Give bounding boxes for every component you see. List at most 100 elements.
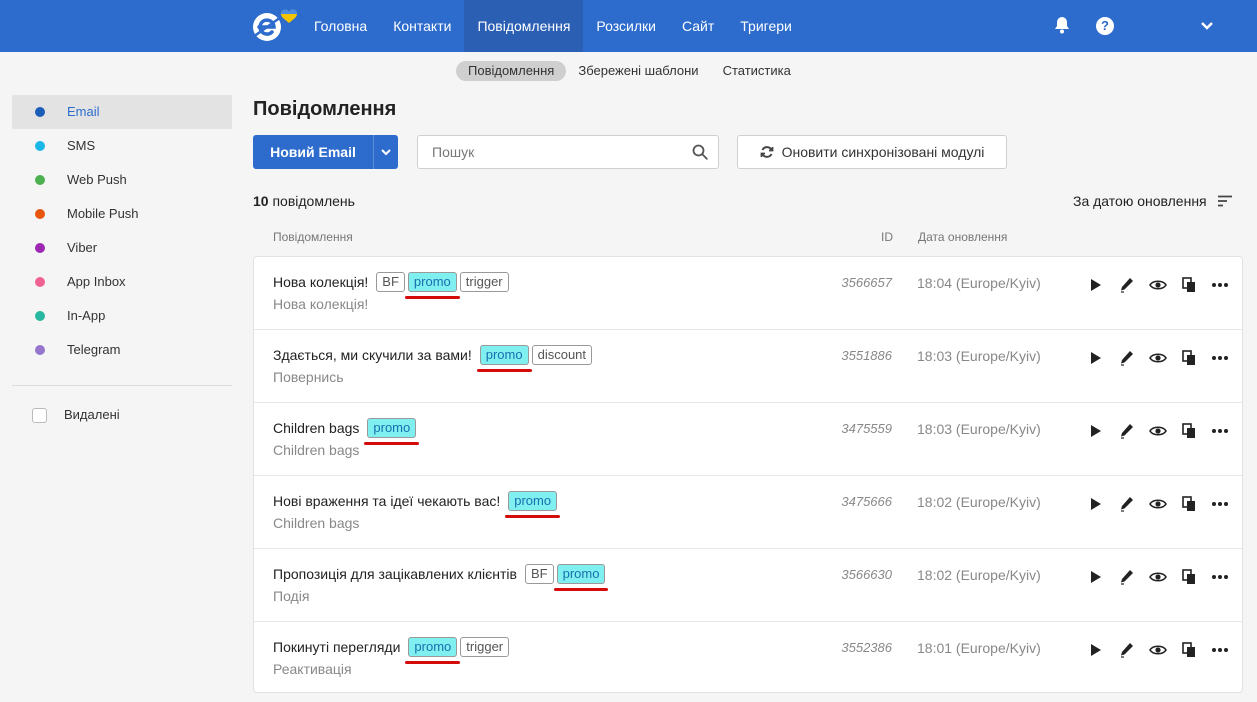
message-title[interactable]: Children bags	[273, 420, 359, 436]
subnav-saved-templates[interactable]: Збережені шаблони	[566, 61, 710, 81]
esputnik-logo[interactable]	[248, 7, 300, 45]
sidebar-item-mobile-push[interactable]: Mobile Push	[12, 197, 232, 231]
message-id: 3551886	[841, 348, 892, 363]
preview-icon[interactable]	[1142, 347, 1173, 369]
table-row[interactable]: Покинуті перегляди promo trigger Реактиваці…	[254, 622, 1242, 695]
message-title[interactable]: Здається, ми скучили за вами!	[273, 347, 472, 363]
more-icon[interactable]	[1204, 420, 1235, 442]
message-title[interactable]: Нова колекція!	[273, 274, 368, 290]
column-header-message: Повідомлення	[273, 230, 353, 244]
copy-icon[interactable]	[1173, 566, 1204, 588]
message-list: Нова колекція! BF promo trigger Нова колекці…	[253, 256, 1243, 693]
table-row[interactable]: Нова колекція! BF promo trigger Нова колекці…	[254, 257, 1242, 330]
chevron-down-icon	[381, 149, 391, 156]
edit-icon[interactable]	[1111, 639, 1142, 661]
copy-icon[interactable]	[1173, 493, 1204, 515]
nav-home[interactable]: Головна	[301, 0, 380, 52]
tag-badge[interactable]: promo	[404, 272, 460, 299]
play-icon[interactable]	[1080, 566, 1111, 588]
play-icon[interactable]	[1080, 493, 1111, 515]
nav-contacts[interactable]: Контакти	[380, 0, 464, 52]
subnav-statistics[interactable]: Статистика	[711, 61, 803, 81]
tag-badge[interactable]: BF	[376, 272, 405, 292]
message-title[interactable]: Нові враження та ідеї чекають вас!	[273, 493, 500, 509]
edit-icon[interactable]	[1111, 420, 1142, 442]
tag-badge[interactable]: trigger	[460, 637, 510, 657]
message-id: 3475666	[841, 494, 892, 509]
play-icon[interactable]	[1080, 347, 1111, 369]
sidebar-item-sms[interactable]: SMS	[12, 129, 232, 163]
column-header-date: Дата оновлення	[918, 230, 1008, 244]
message-date: 18:04 (Europe/Kyiv)	[917, 275, 1041, 291]
play-icon[interactable]	[1080, 420, 1111, 442]
preview-icon[interactable]	[1142, 493, 1173, 515]
copy-icon[interactable]	[1173, 639, 1204, 661]
notifications-bell-icon[interactable]	[1052, 15, 1072, 35]
more-icon[interactable]	[1204, 566, 1235, 588]
sidebar-item-email[interactable]: Email	[12, 95, 232, 129]
table-row[interactable]: Здається, ми скучили за вами! promo discou…	[254, 330, 1242, 403]
message-title-line: Пропозиція для зацікавлених клієнтів BF pr…	[273, 564, 609, 591]
nav-triggers[interactable]: Тригери	[727, 0, 805, 52]
preview-icon[interactable]	[1142, 566, 1173, 588]
copy-icon[interactable]	[1173, 420, 1204, 442]
tag-badge[interactable]: promo	[505, 491, 560, 518]
message-title-line: Children bags promo	[273, 418, 420, 445]
more-icon[interactable]	[1204, 274, 1235, 296]
table-row[interactable]: Пропозиція для зацікавлених клієнтів BF pr…	[254, 549, 1242, 622]
tag-badge[interactable]: promo	[476, 345, 532, 372]
tag-badge[interactable]: promo	[364, 418, 420, 445]
tag-badge[interactable]: trigger	[459, 272, 509, 292]
new-email-button[interactable]: Новий Email	[253, 135, 373, 169]
copy-icon[interactable]	[1173, 347, 1204, 369]
message-title[interactable]: Пропозиція для зацікавлених клієнтів	[273, 566, 517, 582]
nav-site[interactable]: Сайт	[669, 0, 727, 52]
new-message-dropdown-button[interactable]	[373, 135, 398, 169]
deleted-filter[interactable]: Видалені	[12, 400, 232, 430]
sidebar-item-viber[interactable]: Viber	[12, 231, 232, 265]
preview-icon[interactable]	[1142, 420, 1173, 442]
search-icon[interactable]	[692, 144, 708, 160]
more-icon[interactable]	[1204, 639, 1235, 661]
edit-icon[interactable]	[1111, 347, 1142, 369]
channel-dot	[35, 311, 45, 321]
tag-badge[interactable]: discount	[531, 345, 593, 365]
preview-icon[interactable]	[1142, 639, 1173, 661]
play-icon[interactable]	[1080, 639, 1111, 661]
tag-badge[interactable]: promo	[553, 564, 609, 591]
sidebar-item-telegram[interactable]: Telegram	[12, 333, 232, 367]
sidebar-item-web-push[interactable]: Web Push	[12, 163, 232, 197]
sidebar-item-label: App Inbox	[67, 274, 126, 289]
tag-badge[interactable]: BF	[524, 564, 554, 584]
row-actions	[1080, 639, 1235, 661]
tag-badge[interactable]: promo	[405, 637, 461, 664]
play-icon[interactable]	[1080, 274, 1111, 296]
nav-campaigns[interactable]: Розсилки	[583, 0, 669, 52]
table-row[interactable]: Children bags promo Children bags 3475559 18…	[254, 403, 1242, 476]
sidebar-item-app-inbox[interactable]: App Inbox	[12, 265, 232, 299]
more-icon[interactable]	[1204, 493, 1235, 515]
search-input[interactable]	[418, 136, 688, 168]
sidebar-item-label: Telegram	[67, 342, 121, 357]
sidebar-item-label: Viber	[67, 240, 98, 255]
message-subtitle: Children bags	[273, 442, 360, 458]
help-icon[interactable]: ?	[1096, 17, 1114, 35]
subnav-messages[interactable]: Повідомлення	[456, 61, 567, 81]
edit-icon[interactable]	[1111, 274, 1142, 296]
preview-icon[interactable]	[1142, 274, 1173, 296]
row-actions	[1080, 420, 1235, 442]
sidebar-item-in-app[interactable]: In-App	[12, 299, 232, 333]
copy-icon[interactable]	[1173, 274, 1204, 296]
table-row[interactable]: Нові враження та ідеї чекають вас! promo C…	[254, 476, 1242, 549]
sync-modules-button[interactable]: Оновити синхронізовані модулі	[737, 135, 1007, 169]
deleted-checkbox[interactable]	[32, 408, 47, 423]
message-title[interactable]: Покинуті перегляди	[273, 639, 400, 655]
message-title-line: Нові враження та ідеї чекають вас! promo	[273, 491, 560, 518]
profile-chevron-down-icon[interactable]	[1200, 19, 1214, 33]
sort-control[interactable]: За датою оновлення	[1073, 193, 1233, 209]
channel-dot	[35, 277, 45, 287]
nav-messages[interactable]: Повідомлення	[464, 0, 584, 52]
edit-icon[interactable]	[1111, 493, 1142, 515]
more-icon[interactable]	[1204, 347, 1235, 369]
edit-icon[interactable]	[1111, 566, 1142, 588]
